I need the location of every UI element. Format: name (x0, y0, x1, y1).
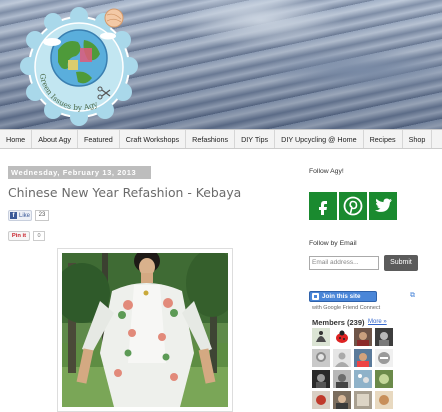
nav-item-craft-workshops[interactable]: Craft Workshops (120, 130, 187, 148)
popout-icon[interactable]: ⧉ (410, 292, 415, 300)
blocked-avatar-icon[interactable] (375, 349, 393, 367)
like-count: 23 (35, 210, 49, 221)
twitter-icon (375, 198, 392, 212)
header-banner: Green Issues by Agy (0, 0, 442, 129)
submit-button[interactable]: Submit (384, 255, 418, 271)
members-count: Members (239) (312, 318, 365, 327)
google-friend-connect-widget: Join this site with Google Friend Connec… (309, 291, 419, 315)
nav-item-diy-tips[interactable]: DIY Tips (235, 130, 276, 148)
avatar[interactable] (354, 328, 372, 346)
follow-agy-heading: Follow Agy! (309, 168, 344, 175)
post-image-frame (57, 248, 233, 412)
pinterest-icon (343, 196, 363, 216)
nav-item-featured[interactable]: Featured (78, 130, 120, 148)
avatar[interactable] (312, 328, 330, 346)
avatar[interactable] (354, 370, 372, 388)
nav-item-home[interactable]: Home (0, 130, 33, 148)
nav-item-shop[interactable]: Shop (403, 130, 433, 148)
nav-item-recipes[interactable]: Recipes (364, 130, 403, 148)
pin-it-button[interactable]: Pin it (8, 231, 30, 241)
avatar[interactable] (354, 349, 372, 367)
avatar[interactable] (312, 349, 330, 367)
default-avatar-icon[interactable] (333, 349, 351, 367)
gfc-subtext: with Google Friend Connect (312, 305, 381, 311)
nav-item-about[interactable]: About Agy (32, 130, 78, 148)
avatar[interactable] (375, 328, 393, 346)
join-label: Join this site (322, 293, 361, 300)
avatar[interactable] (375, 391, 393, 409)
follow-by-email-heading: Follow by Email (309, 240, 357, 247)
more-members-link[interactable]: More » (368, 319, 387, 325)
pinterest-button[interactable] (339, 192, 367, 220)
facebook-icon: f (10, 212, 17, 219)
blog-logo[interactable]: Green Issues by Agy (18, 4, 140, 126)
avatar[interactable] (333, 370, 351, 388)
avatar[interactable] (312, 370, 330, 388)
facebook-button[interactable] (309, 192, 337, 220)
avatar[interactable] (333, 328, 351, 346)
avatar[interactable] (354, 391, 372, 409)
nav-item-diy-upcycling[interactable]: DIY Upcycling @ Home (275, 130, 364, 148)
nav-item-refashions[interactable]: Refashions (186, 130, 236, 148)
facebook-icon (319, 201, 327, 215)
member-avatar-grid (312, 328, 394, 412)
twitter-button[interactable] (369, 192, 397, 220)
email-input[interactable]: Email address... (309, 256, 379, 270)
join-this-site-button[interactable]: Join this site (309, 291, 377, 302)
pin-count: 0 (33, 231, 45, 241)
avatar[interactable] (312, 391, 330, 409)
like-label: Like (19, 212, 31, 219)
friend-connect-icon (312, 293, 319, 300)
nav-bar: Home About Agy Featured Craft Workshops … (0, 129, 442, 149)
facebook-like-button[interactable]: f Like (8, 210, 32, 221)
post-image[interactable] (62, 253, 228, 407)
post-title[interactable]: Chinese New Year Refashion - Kebaya (8, 185, 241, 200)
avatar[interactable] (375, 370, 393, 388)
post-date-header: Wednesday, February 13, 2013 (8, 166, 151, 179)
avatar[interactable] (333, 391, 351, 409)
